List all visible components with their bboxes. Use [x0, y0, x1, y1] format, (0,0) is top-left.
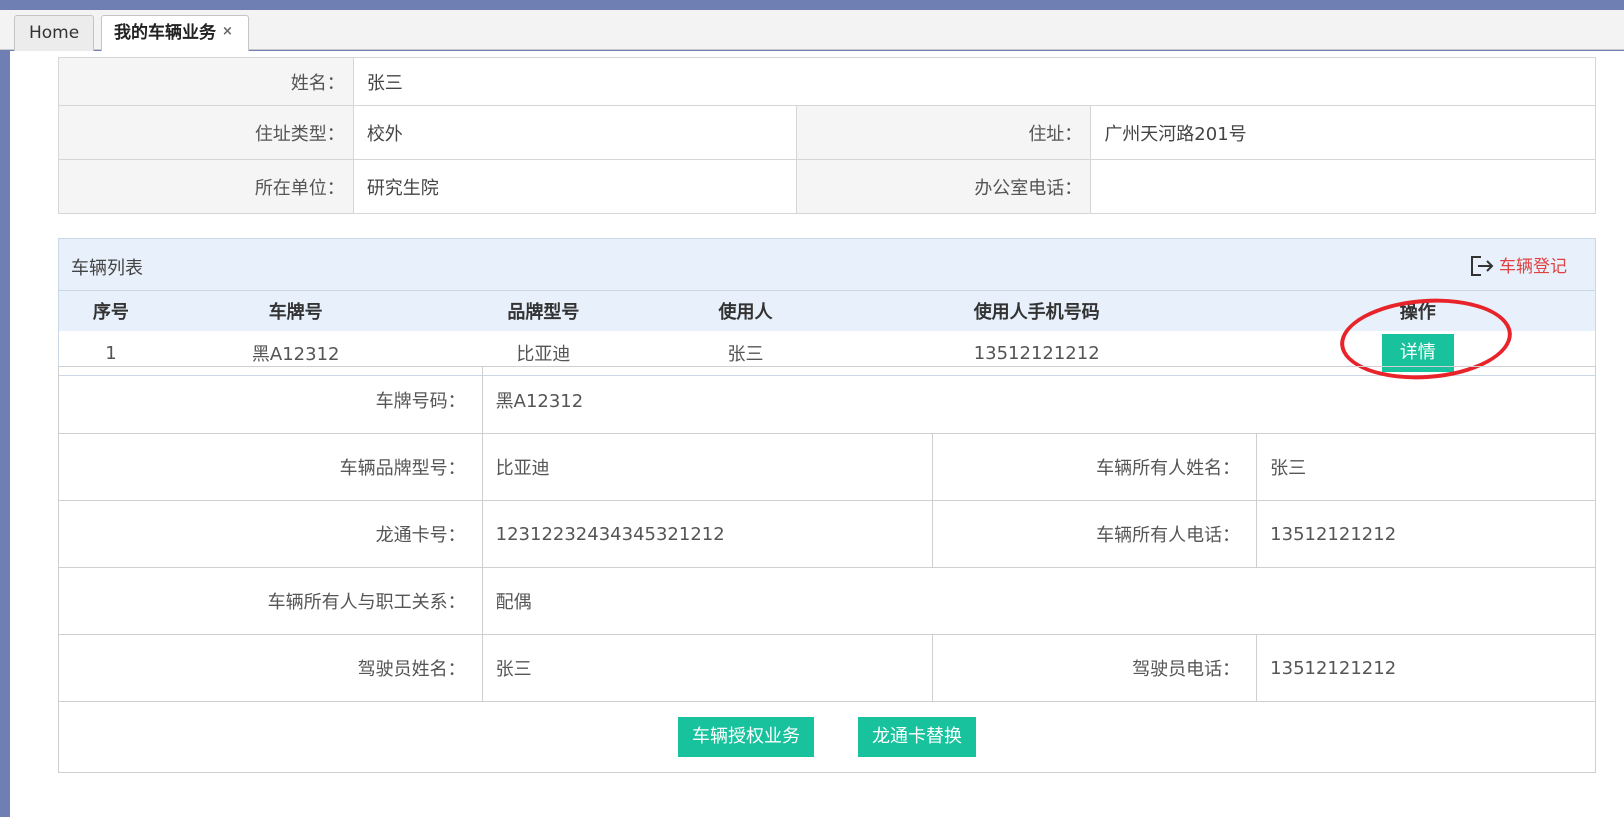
owner-name-value: 张三 [1256, 433, 1596, 501]
card-label: 龙通卡号： [58, 500, 483, 568]
owner-phone-label: 车辆所有人电话： [932, 500, 1258, 568]
vehicle-authorize-button[interactable]: 车辆授权业务 [678, 717, 814, 757]
name-label: 姓名： [58, 57, 354, 106]
office-phone-value [1090, 159, 1596, 214]
owner-name-label: 车辆所有人姓名： [932, 433, 1258, 501]
col-user: 使用人 [658, 291, 833, 331]
close-icon[interactable]: × [222, 24, 233, 39]
tab-active-label: 我的车辆业务 [114, 23, 216, 43]
address-value: 广州天河路201号 [1090, 105, 1596, 160]
vehicle-register-label: 车辆登记 [1499, 257, 1567, 277]
address-type-label: 住址类型： [58, 105, 354, 160]
tab-my-vehicle-business[interactable]: 我的车辆业务 × [101, 15, 249, 51]
office-phone-label: 办公室电话： [795, 159, 1092, 214]
unit-value: 研究生院 [352, 159, 797, 214]
address-type-value: 校外 [352, 105, 797, 160]
brand-label: 车辆品牌型号： [58, 433, 483, 501]
left-frame [0, 51, 10, 817]
plate-value: 黑A12312 [481, 366, 1597, 434]
relation-value: 配偶 [481, 567, 1597, 635]
logout-arrow-icon [1471, 256, 1494, 276]
address-label: 住址： [795, 105, 1092, 160]
detail-actions: 车辆授权业务 龙通卡替换 [58, 701, 1596, 773]
vehicle-list-title: 车辆列表 [71, 258, 143, 279]
tab-home-label: Home [29, 23, 80, 43]
owner-phone-value: 13512121212 [1256, 500, 1596, 568]
col-user-phone: 使用人手机号码 [832, 291, 1241, 331]
col-plate: 车牌号 [162, 291, 429, 331]
driver-phone-label: 驾驶员电话： [932, 634, 1258, 702]
unit-label: 所在单位： [58, 159, 354, 214]
replace-card-button[interactable]: 龙通卡替换 [858, 717, 976, 757]
relation-label: 车辆所有人与职工关系： [58, 567, 483, 635]
name-value: 张三 [352, 57, 1597, 106]
col-index: 序号 [59, 291, 163, 331]
main-content: 姓名： 张三 住址类型： 校外 住址： 广州天河路201号 所在单位： 研究生院… [10, 51, 1624, 817]
tab-bar: Home 我的车辆业务 × [0, 10, 1624, 51]
top-border [0, 0, 1624, 10]
card-value: 12312232434345321212 [481, 500, 934, 568]
vehicle-register-button[interactable]: 车辆登记 [1469, 252, 1567, 277]
vehicle-list-header: 车辆列表 车辆登记 [59, 239, 1595, 291]
person-info-table: 姓名： 张三 住址类型： 校外 住址： 广州天河路201号 所在单位： 研究生院… [58, 57, 1597, 214]
driver-phone-value: 13512121212 [1256, 634, 1596, 702]
vehicle-detail-table: 车牌号码： 黑A12312 车辆品牌型号： 比亚迪 车辆所有人姓名： 张三 龙通… [58, 366, 1597, 773]
driver-name-value: 张三 [481, 634, 934, 702]
col-brand: 品牌型号 [428, 291, 659, 331]
driver-name-label: 驾驶员姓名： [58, 634, 483, 702]
brand-value: 比亚迪 [481, 433, 934, 501]
tab-home[interactable]: Home [14, 15, 94, 51]
plate-label: 车牌号码： [58, 366, 483, 434]
